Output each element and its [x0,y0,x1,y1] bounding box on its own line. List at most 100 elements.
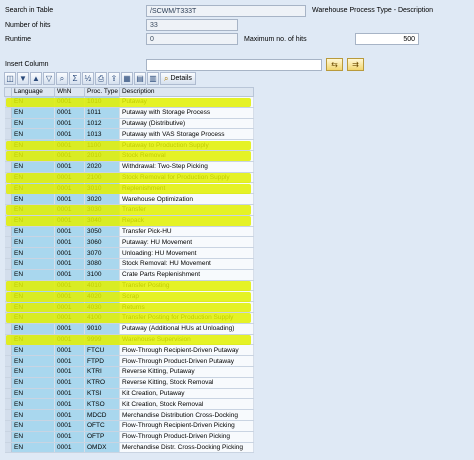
cell-proc-type[interactable]: KTRI [84,366,120,378]
insert-column-button[interactable]: ⇆ [326,58,343,71]
row-selector[interactable] [4,193,12,205]
cell-proc-type[interactable]: KTRO [84,377,120,389]
row-selector[interactable] [4,442,12,454]
cell-language[interactable]: EN [11,290,55,303]
cell-language[interactable]: EN [11,128,55,141]
cell-language[interactable]: EN [11,366,55,378]
insert-column-input[interactable] [146,59,322,71]
row-selector[interactable] [4,388,12,400]
cell-proc-type[interactable]: 3010 [84,182,120,195]
layout-button[interactable]: ▦ [121,72,133,85]
cell-language[interactable]: EN [11,107,55,119]
details-button[interactable]: ⌕ Details [160,72,196,85]
cell-description[interactable]: Putaway to Production Supply [119,139,254,151]
cell-whn[interactable]: 0001 [54,301,85,313]
cell-proc-type[interactable]: 1012 [84,118,120,130]
table-row[interactable]: EN 0001 1013 Putaway with VAS Storage Proce… [4,128,254,141]
cell-proc-type[interactable]: 3030 [84,204,120,216]
cell-whn[interactable]: 0001 [54,312,85,324]
sum-button[interactable]: Σ [69,72,81,85]
row-selector[interactable] [4,398,12,411]
cell-language[interactable]: EN [11,409,55,421]
cell-language[interactable]: EN [11,388,55,400]
cell-description[interactable]: Stock Removal [119,150,254,162]
cell-proc-type[interactable]: 3100 [84,269,120,281]
table-row[interactable]: EN 0001 4030 Returns [4,301,254,313]
cell-whn[interactable]: 0001 [54,388,85,400]
column-header-whn[interactable]: WhN [54,87,85,97]
cell-description[interactable]: Transfer Pick-HU [119,226,254,238]
export-button[interactable]: ⇪ [108,72,120,85]
row-selector[interactable] [4,139,12,151]
column-header-language[interactable]: Language [11,87,55,97]
cell-proc-type[interactable]: 3080 [84,258,120,270]
cell-proc-type[interactable]: 4010 [84,280,120,292]
cell-proc-type[interactable]: 4020 [84,290,120,303]
row-selector[interactable] [4,247,12,259]
cell-description[interactable]: Scrap [119,290,254,303]
cell-language[interactable]: EN [11,344,55,357]
row-selector[interactable] [4,96,12,108]
table-row[interactable]: EN 0001 1011 Putaway with Storage Process [4,107,254,119]
sort-desc-button[interactable]: ▽ [43,72,55,85]
row-selector[interactable] [4,150,12,162]
cell-description[interactable]: Warehouse Supervision [119,334,254,346]
cell-whn[interactable]: 0001 [54,323,85,335]
cell-proc-type[interactable]: OFTP [84,431,120,443]
cell-language[interactable]: EN [11,312,55,324]
cell-proc-type[interactable]: FTCU [84,344,120,357]
cell-proc-type[interactable]: 3020 [84,193,120,205]
cell-description[interactable]: Putaway (Additional HUs at Unloading) [119,323,254,335]
table-row[interactable]: EN 0001 3050 Transfer Pick-HU [4,226,254,238]
cell-description[interactable]: Crate Parts Replenishment [119,269,254,281]
cell-language[interactable]: EN [11,193,55,205]
row-selector[interactable] [4,182,12,195]
cell-description[interactable]: Warehouse Optimization [119,193,254,205]
table-row[interactable]: EN 0001 KTRO Reverse Kitting, Stock Removal [4,377,254,389]
cell-description[interactable]: Putaway: HU Movement [119,236,254,249]
cell-language[interactable]: EN [11,269,55,281]
cell-proc-type[interactable]: 9999 [84,334,120,346]
cell-proc-type[interactable]: 1011 [84,107,120,119]
cell-language[interactable]: EN [11,377,55,389]
row-selector[interactable] [4,226,12,238]
table-row[interactable]: EN 0001 3100 Crate Parts Replenishment [4,269,254,281]
row-selector[interactable] [4,269,12,281]
row-selector[interactable] [4,409,12,421]
select-all-header[interactable] [4,87,12,97]
table-row[interactable]: EN 0001 4010 Transfer Posting [4,280,254,292]
cell-description[interactable]: Stock Removal: HU Movement [119,258,254,270]
cell-whn[interactable]: 0001 [54,107,85,119]
row-selector[interactable] [4,215,12,227]
cell-description[interactable]: Merchandise Distribution Cross-Docking [119,409,254,421]
table-row[interactable]: EN 0001 FTPD Flow-Through Product-Driven Pu… [4,355,254,367]
cell-language[interactable]: EN [11,431,55,443]
cell-language[interactable]: EN [11,161,55,173]
cell-whn[interactable]: 0001 [54,118,85,130]
search-table-field[interactable]: /SCWM/T333T [146,5,306,17]
table-row[interactable]: EN 0001 1010 Putaway [4,96,254,108]
table-row[interactable]: EN 0001 KTRI Reverse Kitting, Putaway [4,366,254,378]
table-row[interactable]: EN 0001 KTSO Kit Creation, Stock Removal [4,398,254,411]
table-row[interactable]: EN 0001 3020 Warehouse Optimization [4,193,254,205]
cell-language[interactable]: EN [11,139,55,151]
cell-description[interactable]: Putaway [119,96,254,108]
table-row[interactable]: EN 0001 OFTP Flow-Through Product-Driven Pi… [4,431,254,443]
table-row[interactable]: EN 0001 1012 Putaway (Distributive) [4,118,254,130]
table-row[interactable]: EN 0001 3030 Transfer [4,204,254,216]
cell-proc-type[interactable]: 2020 [84,161,120,173]
cell-whn[interactable]: 0001 [54,344,85,357]
table-row[interactable]: EN 0001 9010 Putaway (Additional HUs at Unl… [4,323,254,335]
cell-description[interactable]: Kit Creation, Putaway [119,388,254,400]
cell-description[interactable]: Transfer [119,204,254,216]
cell-proc-type[interactable]: 3040 [84,215,120,227]
cell-description[interactable]: Returns [119,301,254,313]
cell-description[interactable]: Flow-Through Recipient-Driven Putaway [119,344,254,357]
cell-whn[interactable]: 0001 [54,247,85,259]
print-button[interactable]: ⎙ [95,72,107,85]
subtotal-button[interactable]: ½ [82,72,94,85]
cell-description[interactable]: Flow-Through Recipient-Driven Picking [119,420,254,432]
cell-whn[interactable]: 0001 [54,377,85,389]
cell-proc-type[interactable]: 1010 [84,96,120,108]
cell-language[interactable]: EN [11,215,55,227]
